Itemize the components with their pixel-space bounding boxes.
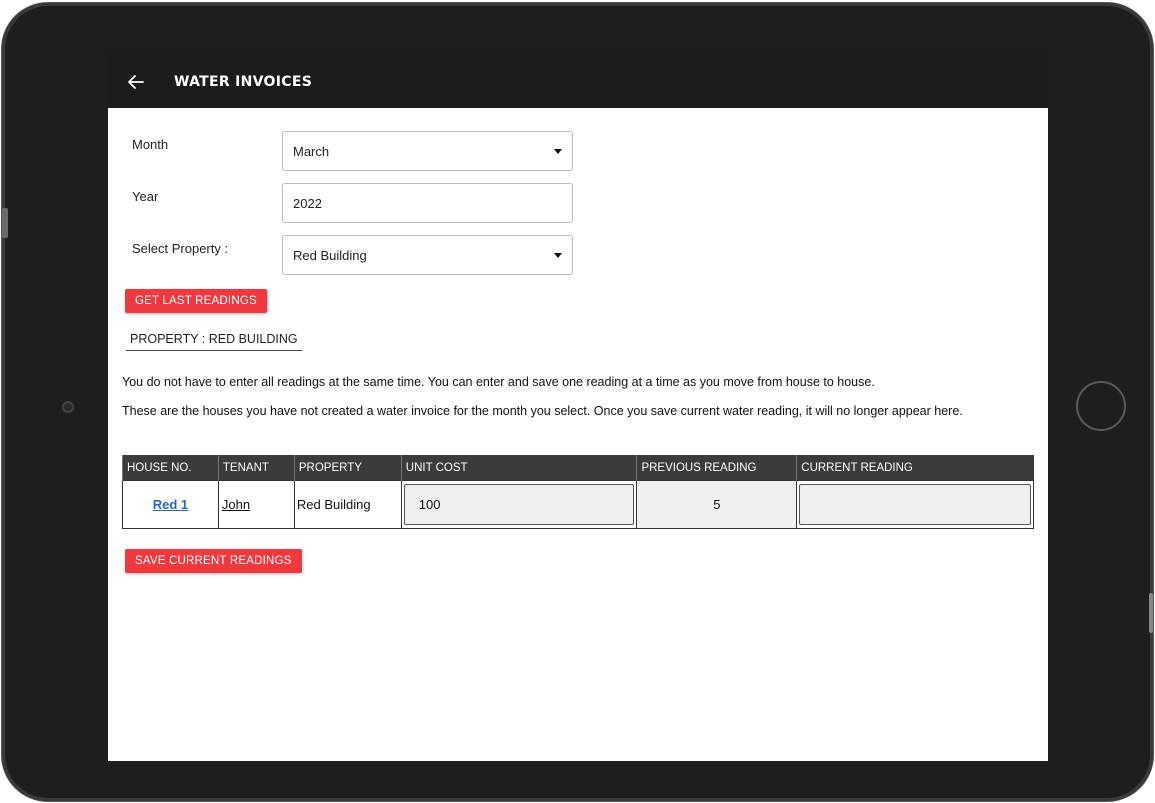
tablet-side-button: [2, 208, 8, 238]
header-property: PROPERTY: [293, 455, 402, 481]
info-text-2: These are the houses you have not create…: [122, 404, 963, 418]
property-select[interactable]: Red Building: [282, 235, 573, 275]
tablet-frame: WATER INVOICES Month March Year 2022 Sel…: [2, 3, 1153, 801]
year-value: 2022: [293, 195, 322, 211]
month-row: Month March: [132, 131, 573, 171]
table-header-row: HOUSE NO. TENANT PROPERTY UNIT COST PREV…: [122, 455, 1034, 481]
readings-table: HOUSE NO. TENANT PROPERTY UNIT COST PREV…: [122, 455, 1034, 529]
camera-icon: [62, 401, 74, 413]
home-button[interactable]: [1076, 381, 1126, 431]
chevron-down-icon: [554, 148, 562, 154]
header-previous-reading: PREVIOUS READING: [636, 455, 797, 481]
table-row: Red 1 John Red Building 100 5: [122, 480, 1034, 529]
app-screen: WATER INVOICES Month March Year 2022 Sel…: [108, 55, 1048, 761]
tablet-side-button-right: [1149, 593, 1153, 633]
year-label: Year: [132, 189, 159, 204]
month-select[interactable]: March: [282, 131, 573, 171]
header-unit-cost: UNIT COST: [400, 455, 637, 481]
unit-cost-input[interactable]: 100: [403, 484, 635, 525]
property-heading: PROPERTY : RED BUILDING: [126, 332, 302, 351]
tenant-cell: John: [217, 480, 295, 529]
unit-cost-cell: 100: [400, 480, 638, 529]
save-current-readings-button[interactable]: SAVE CURRENT READINGS: [125, 549, 302, 573]
get-last-readings-button[interactable]: GET LAST READINGS: [125, 289, 267, 313]
month-value: March: [293, 143, 330, 159]
header-current-reading: CURRENT READING: [796, 455, 1034, 481]
previous-reading-cell: 5: [636, 480, 798, 529]
current-reading-input[interactable]: [799, 484, 1031, 525]
back-arrow-icon[interactable]: [128, 74, 144, 90]
top-bar: WATER INVOICES: [108, 55, 1048, 108]
header-tenant: TENANT: [217, 455, 295, 481]
chevron-down-icon: [554, 252, 562, 258]
year-input[interactable]: 2022: [282, 183, 573, 223]
current-reading-cell: [796, 480, 1034, 529]
page-title: WATER INVOICES: [174, 73, 313, 90]
header-house-no: HOUSE NO.: [122, 455, 219, 481]
month-label: Month: [132, 137, 169, 152]
info-text-1: You do not have to enter all readings at…: [122, 375, 875, 389]
house-link[interactable]: Red 1: [123, 497, 218, 512]
property-cell: Red Building: [293, 480, 402, 529]
property-value: Red Building: [293, 247, 367, 263]
year-row: Year 2022: [132, 183, 573, 223]
house-no-cell: Red 1: [122, 480, 219, 529]
property-row: Select Property : Red Building: [132, 235, 573, 275]
property-label: Select Property :: [132, 241, 229, 256]
